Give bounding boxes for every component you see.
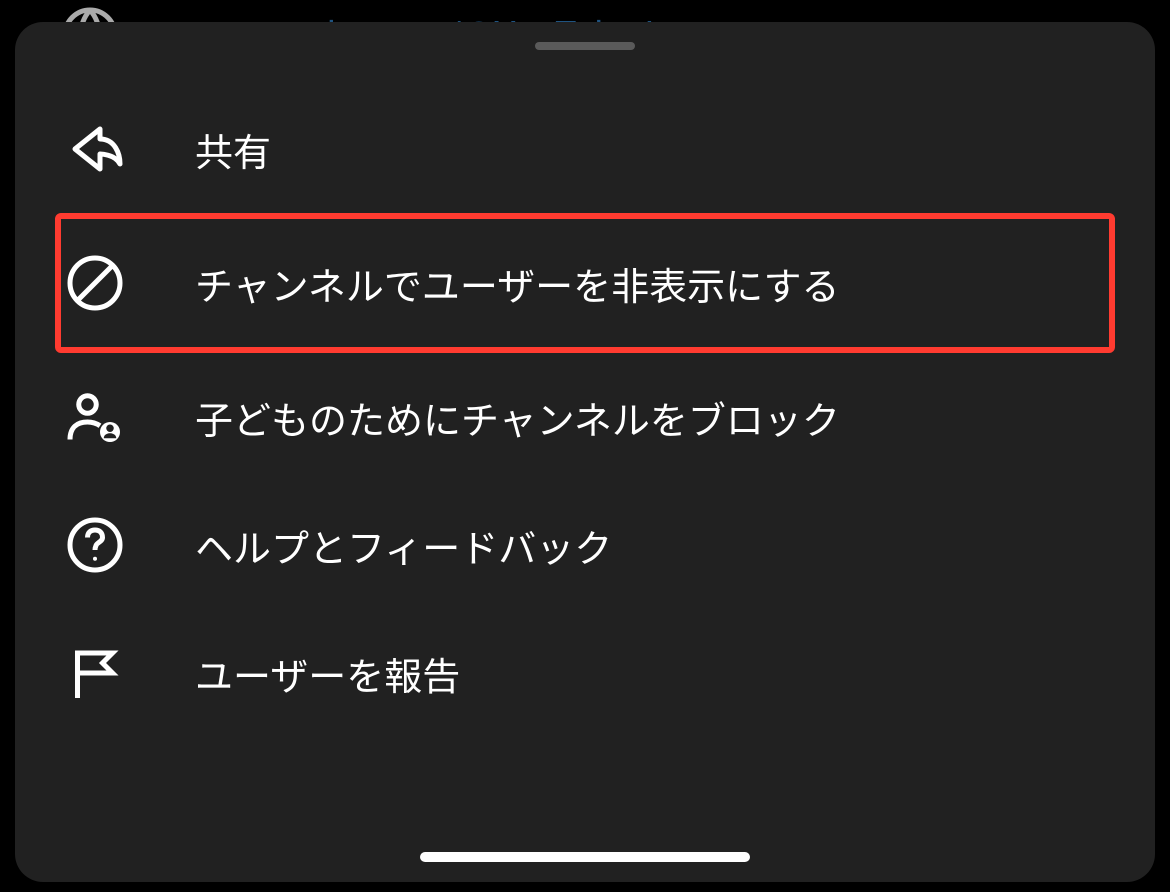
menu-item-label: 子どものためにチャンネルをブロック (195, 390, 840, 445)
menu-item-block-for-kids[interactable]: 子どものためにチャンネルをブロック (15, 353, 1155, 481)
menu-item-label: チャンネルでユーザーを非表示にする (195, 256, 839, 311)
menu-item-label: ユーザーを報告 (195, 646, 460, 701)
flag-icon (65, 643, 125, 703)
menu-item-share[interactable]: 共有 (15, 85, 1155, 213)
help-icon (65, 515, 125, 575)
menu-item-report[interactable]: ユーザーを報告 (15, 609, 1155, 737)
share-icon (65, 119, 125, 179)
menu-item-label: 共有 (195, 122, 271, 177)
menu-item-help[interactable]: ヘルプとフィードバック (15, 481, 1155, 609)
menu-item-label: ヘルプとフィードバック (195, 518, 612, 573)
home-indicator[interactable] (420, 852, 750, 862)
drag-handle[interactable] (535, 42, 635, 50)
bottom-sheet: 共有 チャンネルでユーザーを非表示にする 子どもの (15, 22, 1155, 882)
person-block-icon (65, 387, 125, 447)
menu-list: 共有 チャンネルでユーザーを非表示にする 子どもの (15, 60, 1155, 737)
block-icon (65, 253, 125, 313)
menu-item-hide-user[interactable]: チャンネルでユーザーを非表示にする (55, 213, 1115, 353)
